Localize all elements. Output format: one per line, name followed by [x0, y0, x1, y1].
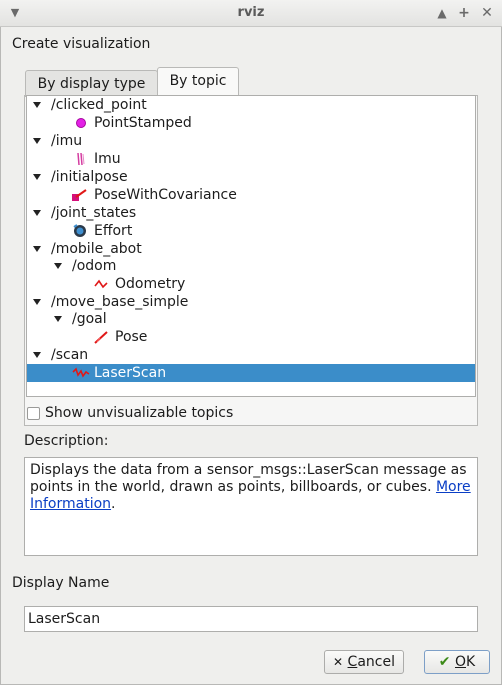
- expand-arrow-icon[interactable]: [33, 210, 41, 216]
- description-label: Description:: [24, 433, 109, 449]
- tree-row-display-selected[interactable]: LaserScan: [27, 364, 475, 382]
- tree-row-display[interactable]: Pose: [27, 328, 475, 346]
- tree-row-label: Odometry: [115, 276, 186, 292]
- cancel-button[interactable]: ✕ Cancel: [324, 650, 404, 674]
- tree-row-label: /goal: [72, 311, 107, 327]
- display-name-label: Display Name: [12, 575, 110, 591]
- tree-row-topic[interactable]: /scan: [27, 346, 475, 364]
- x-icon: ✕: [333, 655, 344, 669]
- dialog-heading: Create visualization: [12, 36, 151, 52]
- up-arrow-icon[interactable]: ▲: [433, 4, 451, 22]
- ok-button[interactable]: ✔ OK: [424, 650, 490, 674]
- expand-arrow-icon[interactable]: [33, 352, 41, 358]
- tree-row-label: /imu: [51, 133, 83, 149]
- close-icon[interactable]: ✕: [478, 4, 496, 22]
- tree-row-subtopic[interactable]: /goal: [27, 310, 475, 328]
- tree-row-label: /move_base_simple: [51, 294, 189, 310]
- point-stamped-icon: [74, 116, 88, 130]
- checkmark-icon: ✔: [438, 654, 451, 670]
- cancel-label: ancel: [357, 654, 395, 670]
- tree-row-label: Effort: [94, 223, 133, 239]
- title-bar[interactable]: ▼ rviz ▲ + ✕: [0, 0, 502, 27]
- link-text-information: Information: [30, 496, 112, 512]
- tree-row-topic[interactable]: /imu: [27, 132, 475, 150]
- expand-arrow-icon[interactable]: [54, 263, 62, 269]
- expand-arrow-icon[interactable]: [33, 174, 41, 180]
- ok-mnemonic: O: [454, 654, 467, 670]
- cancel-mnemonic: C: [347, 654, 358, 670]
- tree-row-display[interactable]: PoseWithCovariance: [27, 186, 475, 204]
- pose-icon: [94, 330, 108, 344]
- tree-row-label: /scan: [51, 347, 89, 363]
- tree-row-label: /mobile_abot: [51, 241, 142, 257]
- description-text: Displays the data from a sensor_msgs::La…: [30, 462, 467, 495]
- effort-icon: [73, 224, 87, 238]
- tree-row-display[interactable]: Odometry: [27, 275, 475, 293]
- description-trailing: .: [111, 496, 116, 512]
- tree-row-label: /joint_states: [51, 205, 137, 221]
- show-unvisualizable-label[interactable]: Show unvisualizable topics: [45, 405, 233, 421]
- tree-row-display[interactable]: PointStamped: [27, 114, 475, 132]
- ok-label: K: [466, 654, 476, 670]
- tree-row-topic[interactable]: /clicked_point: [27, 96, 475, 114]
- expand-arrow-icon[interactable]: [33, 138, 41, 144]
- description-box: Displays the data from a sensor_msgs::La…: [24, 457, 478, 556]
- tree-row-display[interactable]: Imu: [27, 150, 475, 168]
- expand-arrow-icon[interactable]: [33, 102, 41, 108]
- tree-row-label: Pose: [115, 329, 148, 345]
- tree-row-label: /initialpose: [51, 169, 128, 185]
- topic-tree[interactable]: /clicked_point PointStamped /imu Imu /in…: [26, 95, 476, 397]
- window-title: rviz: [237, 5, 265, 20]
- expand-arrow-icon[interactable]: [54, 316, 62, 322]
- maximize-icon[interactable]: +: [455, 4, 473, 22]
- odometry-icon: [94, 277, 108, 291]
- pose-with-covariance-icon: [72, 188, 88, 202]
- expand-arrow-icon[interactable]: [33, 299, 41, 305]
- imu-icon: [74, 152, 88, 166]
- tree-row-topic[interactable]: /joint_states: [27, 204, 475, 222]
- tree-row-display[interactable]: Effort: [27, 222, 475, 240]
- tree-row-topic[interactable]: /initialpose: [27, 168, 475, 186]
- expand-arrow-icon[interactable]: [33, 246, 41, 252]
- tree-row-label: PoseWithCovariance: [94, 187, 237, 203]
- tree-row-topic[interactable]: /mobile_abot: [27, 240, 475, 258]
- tree-row-topic[interactable]: /move_base_simple: [27, 293, 475, 311]
- tree-row-label: /clicked_point: [51, 97, 147, 113]
- tab-by-display-type[interactable]: By display type: [25, 70, 158, 97]
- link-text-more: More: [435, 479, 471, 495]
- tree-row-label: /odom: [72, 258, 117, 274]
- show-unvisualizable-checkbox[interactable]: [27, 407, 40, 420]
- tree-row-label: LaserScan: [94, 365, 167, 381]
- tree-row-label: PointStamped: [94, 115, 192, 131]
- display-name-field[interactable]: LaserScan: [24, 606, 478, 632]
- tab-by-topic[interactable]: By topic: [157, 67, 239, 97]
- laser-scan-icon: [72, 366, 90, 380]
- tree-row-subtopic[interactable]: /odom: [27, 257, 475, 275]
- tree-row-label: Imu: [94, 151, 121, 167]
